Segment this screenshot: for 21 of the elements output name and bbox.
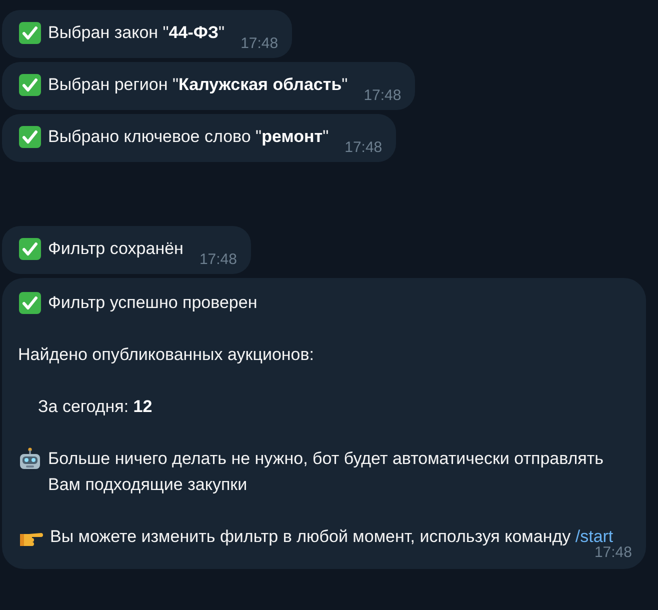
check-icon — [18, 21, 42, 45]
message-text: За сегодня: 12 — [38, 396, 152, 418]
message-time: 17:48 — [344, 139, 382, 156]
message-text: Фильтр сохранён — [48, 238, 184, 260]
message-text: Больше ничего делать не нужно, бот будет автоматически отправлять Вам подходящие закупки — [48, 448, 605, 496]
message-time: 17:48 — [199, 251, 237, 268]
message-text: Найдено опубликованных аукционов: — [18, 344, 314, 366]
check-icon — [18, 125, 42, 149]
message-text: Вы можете изменить фильтр в любой момент, используя команду /start — [50, 526, 614, 546]
command-link[interactable]: /start — [575, 527, 614, 546]
check-icon — [18, 291, 42, 315]
message-time: 17:48 — [240, 35, 278, 52]
message-text: Выбрано ключевое слово "ремонт" — [48, 126, 329, 148]
message-time: 17:48 — [594, 544, 632, 561]
message-text: Выбран закон "44-ФЗ" — [48, 22, 225, 44]
robot-icon — [18, 447, 42, 471]
check-icon — [18, 237, 42, 261]
check-icon — [18, 73, 42, 97]
message-time: 17:48 — [364, 87, 402, 104]
message-text: Фильтр успешно проверен — [48, 292, 258, 314]
message-text: Выбран регион "Калужская область" — [48, 74, 348, 96]
